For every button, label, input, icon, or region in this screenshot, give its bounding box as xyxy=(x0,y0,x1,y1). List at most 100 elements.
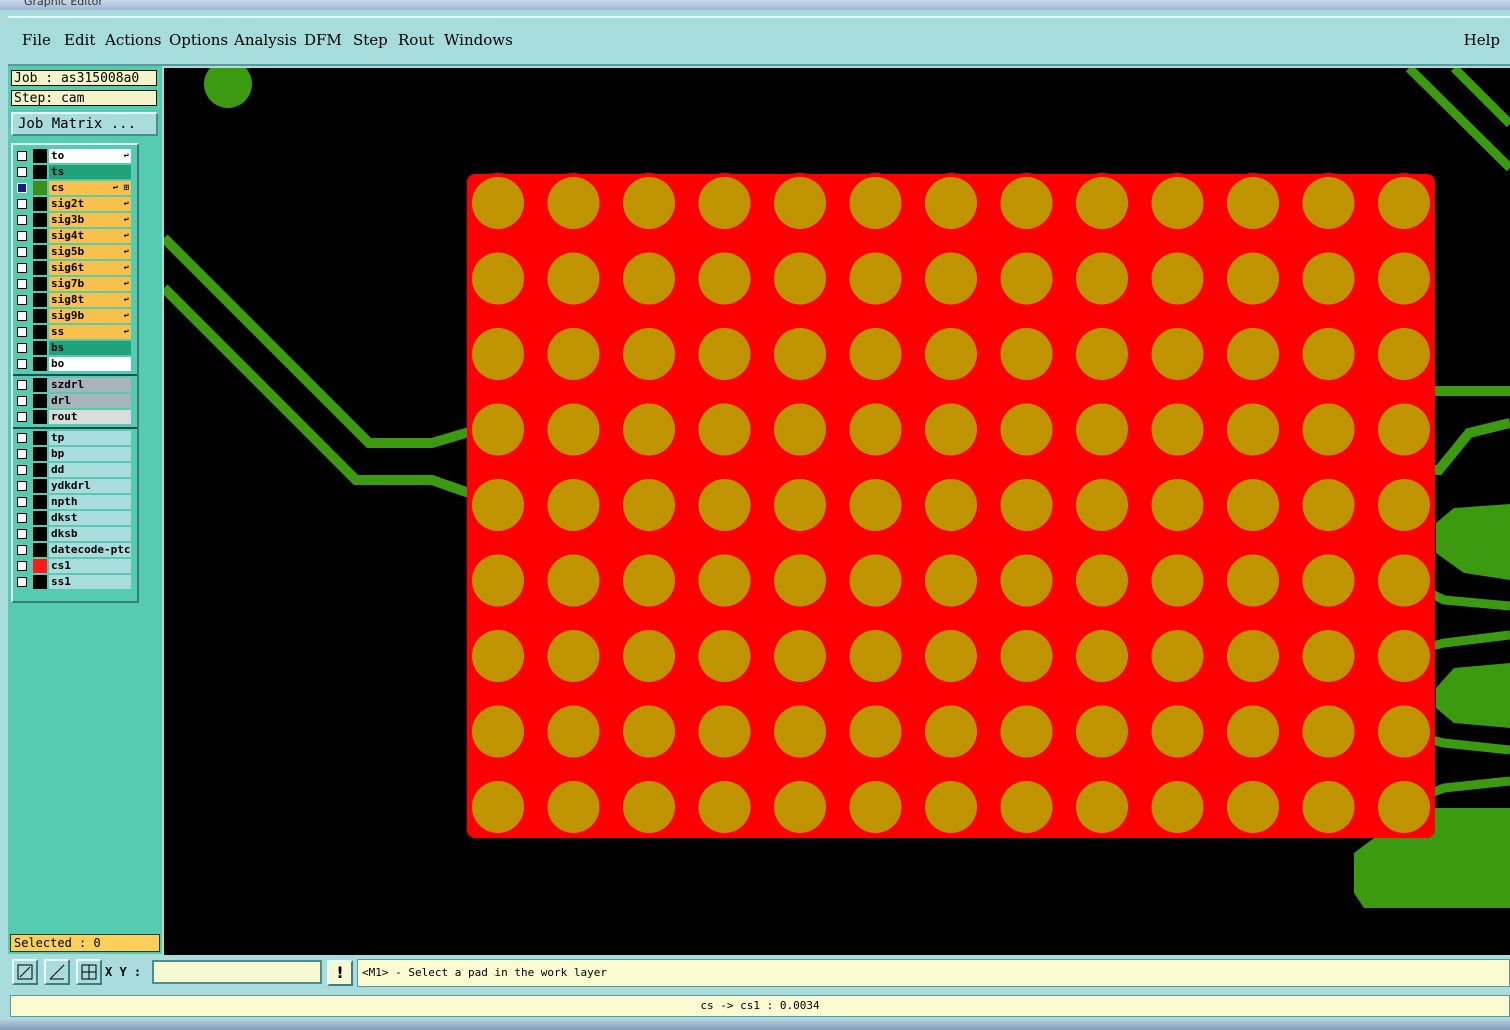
layer-checkbox[interactable] xyxy=(17,396,27,406)
layer-color-swatch[interactable] xyxy=(33,261,47,275)
layer-row-tp[interactable]: tp xyxy=(15,431,135,445)
bga-pad[interactable] xyxy=(1000,403,1053,456)
bga-pad[interactable] xyxy=(1000,630,1053,682)
layer-row-cs[interactable]: cs ↩ ⊞ xyxy=(15,181,135,195)
bga-pad[interactable] xyxy=(1227,705,1279,758)
layer-checkbox[interactable] xyxy=(17,449,27,459)
menu-actions[interactable]: Actions xyxy=(105,31,161,49)
layer-color-swatch[interactable] xyxy=(33,575,47,589)
graphic-canvas[interactable] xyxy=(164,68,1510,955)
bga-pad[interactable] xyxy=(698,177,751,229)
layer-row-sig5b[interactable]: sig5b ↩ xyxy=(15,245,135,259)
layer-row-sig8t[interactable]: sig8t ↩ xyxy=(15,293,135,307)
layer-name[interactable]: sig5b ↩ xyxy=(49,245,131,259)
bga-pad[interactable] xyxy=(774,403,826,456)
layer-color-swatch[interactable] xyxy=(33,213,47,227)
bga-pad[interactable] xyxy=(774,479,826,531)
bga-pad[interactable] xyxy=(472,252,524,305)
layer-checkbox[interactable] xyxy=(17,412,27,422)
layer-row-ss[interactable]: ss ↩ xyxy=(15,325,135,339)
menu-windows[interactable]: Windows xyxy=(444,31,513,49)
layer-color-swatch[interactable] xyxy=(33,197,47,211)
layer-checkbox[interactable] xyxy=(17,513,27,523)
bga-pad[interactable] xyxy=(623,252,675,305)
bga-pad[interactable] xyxy=(1227,328,1279,380)
xy-input[interactable] xyxy=(152,960,322,984)
bga-pad[interactable] xyxy=(547,705,600,758)
layer-row-sig2t[interactable]: sig2t ↩ xyxy=(15,197,135,211)
bga-pad[interactable] xyxy=(774,177,826,229)
layer-checkbox[interactable] xyxy=(17,199,27,209)
bga-pad[interactable] xyxy=(472,781,524,833)
menu-file[interactable]: File xyxy=(22,31,51,49)
layer-name[interactable]: dkst xyxy=(49,511,131,525)
bga-pad[interactable] xyxy=(1378,705,1430,758)
bga-pad[interactable] xyxy=(1000,781,1053,833)
layer-color-swatch[interactable] xyxy=(33,357,47,371)
bga-pad[interactable] xyxy=(1151,252,1204,305)
layer-color-swatch[interactable] xyxy=(33,463,47,477)
bga-pad[interactable] xyxy=(472,705,524,758)
bga-pad[interactable] xyxy=(774,554,826,607)
layer-row-datecode-ptc[interactable]: datecode-ptc xyxy=(15,543,135,557)
bga-pad[interactable] xyxy=(1378,554,1430,607)
layer-row-sig3b[interactable]: sig3b ↩ xyxy=(15,213,135,227)
bga-pad[interactable] xyxy=(1076,554,1128,607)
bga-pad[interactable] xyxy=(547,252,600,305)
bga-pad[interactable] xyxy=(1151,554,1204,607)
bga-pad[interactable] xyxy=(698,554,751,607)
layer-checkbox[interactable] xyxy=(17,183,27,193)
layer-checkbox[interactable] xyxy=(17,545,27,555)
layer-checkbox[interactable] xyxy=(17,215,27,225)
bga-pad[interactable] xyxy=(1302,705,1355,758)
layer-row-npth[interactable]: npth xyxy=(15,495,135,509)
bga-pad[interactable] xyxy=(849,177,902,229)
layer-checkbox[interactable] xyxy=(17,465,27,475)
bga-pad[interactable] xyxy=(1076,479,1128,531)
bga-pad[interactable] xyxy=(1378,177,1430,229)
bga-pad[interactable] xyxy=(849,554,902,607)
layer-name[interactable]: ts xyxy=(49,165,131,179)
bga-pad[interactable] xyxy=(623,479,675,531)
bga-pad[interactable] xyxy=(849,252,902,305)
bga-pad[interactable] xyxy=(623,781,675,833)
bga-pad[interactable] xyxy=(849,328,902,380)
menu-help[interactable]: Help xyxy=(1464,31,1500,49)
layer-name[interactable]: bp xyxy=(49,447,131,461)
bga-pad[interactable] xyxy=(1227,252,1279,305)
bga-pad[interactable] xyxy=(1076,705,1128,758)
layer-color-swatch[interactable] xyxy=(33,245,47,259)
bga-pad[interactable] xyxy=(698,479,751,531)
layer-name[interactable]: sig3b ↩ xyxy=(49,213,131,227)
layer-checkbox[interactable] xyxy=(17,247,27,257)
layer-checkbox[interactable] xyxy=(17,311,27,321)
bga-pad[interactable] xyxy=(1227,403,1279,456)
bga-pad[interactable] xyxy=(547,403,600,456)
bga-pad[interactable] xyxy=(1302,328,1355,380)
layer-name[interactable]: cs1 xyxy=(49,559,131,573)
menu-step[interactable]: Step xyxy=(353,31,388,49)
bga-pad[interactable] xyxy=(1151,781,1204,833)
layer-checkbox[interactable] xyxy=(17,151,27,161)
layer-name[interactable]: ss ↩ xyxy=(49,325,131,339)
bga-pad[interactable] xyxy=(1000,177,1053,229)
layer-color-swatch[interactable] xyxy=(33,309,47,323)
bga-pad[interactable] xyxy=(1227,630,1279,682)
bga-pad[interactable] xyxy=(547,479,600,531)
layer-color-swatch[interactable] xyxy=(33,479,47,493)
bga-pad[interactable] xyxy=(849,781,902,833)
layer-name[interactable]: drl xyxy=(49,394,131,408)
bga-pad[interactable] xyxy=(1378,403,1430,456)
layer-name[interactable]: dd xyxy=(49,463,131,477)
layer-name[interactable]: rout xyxy=(49,410,131,424)
bga-pad[interactable] xyxy=(774,630,826,682)
layer-checkbox[interactable] xyxy=(17,167,27,177)
bga-pad[interactable] xyxy=(547,177,600,229)
layer-color-swatch[interactable] xyxy=(33,277,47,291)
bga-pad[interactable] xyxy=(1076,403,1128,456)
bga-pad[interactable] xyxy=(623,177,675,229)
bga-pad[interactable] xyxy=(849,479,902,531)
layer-name[interactable]: sig6t ↩ xyxy=(49,261,131,275)
layer-color-swatch[interactable] xyxy=(33,543,47,557)
bga-pad[interactable] xyxy=(547,554,600,607)
